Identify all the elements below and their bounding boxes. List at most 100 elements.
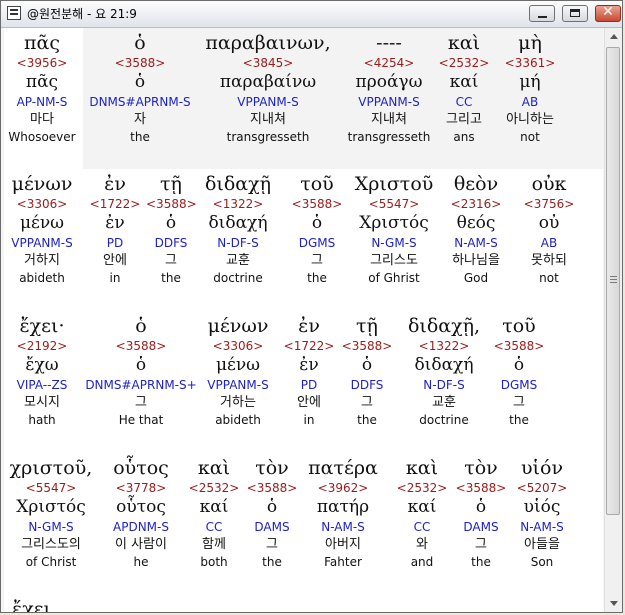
word-parse: DGMS (500, 378, 538, 392)
word-parse: DAMS (254, 520, 290, 534)
interlinear-word[interactable]: ὁ <3588> ὁ DNMS#APRNM-S 자 the (85, 31, 195, 145)
word-lemma: υἱός (523, 497, 561, 517)
word-strong: <2316> (450, 197, 502, 211)
interlinear-word[interactable]: μὴ <3361> μή AB 아니하는 not (490, 31, 570, 145)
word-strong: <3845> (242, 56, 294, 70)
word-strong: <3306> (212, 339, 264, 353)
maximize-icon (570, 9, 580, 17)
title-bar[interactable]: @원전분해 - 요 21:9 ✕ (1, 1, 622, 28)
interlinear-word[interactable]: ἐν <1722> ἐν PD 안에 in (85, 172, 145, 286)
word-korean: 교훈 (226, 253, 250, 268)
interlinear-word[interactable]: τῇ <3588> ὁ DDFS 그 the (146, 172, 197, 286)
word-lemma: ὁ (165, 213, 177, 233)
word-korean: 아들을 (524, 537, 560, 552)
word-english: in (303, 413, 315, 427)
maximize-button[interactable] (562, 5, 588, 22)
word-korean: 그 (311, 253, 323, 268)
word-english: of Ghrist (368, 271, 420, 285)
app-window: @원전분해 - 요 21:9 ✕ πᾶς <3956> πᾶς AP-NM-S 마다 Wh… (0, 0, 623, 613)
word-korean: 그리스도 (370, 253, 418, 268)
word-lemma: ἔχω (25, 355, 59, 375)
grip-line (610, 282, 617, 283)
word-parse: VPPANM-S (358, 95, 420, 109)
word-lemma: πατήρ (316, 497, 370, 517)
interlinear-word[interactable]: ἔχει· <2192> ἔχω VIPA--ZS 모시지 hath (4, 314, 81, 428)
grip-line (610, 276, 617, 277)
scroll-up-button[interactable] (605, 28, 622, 45)
word-greek: πᾶς (24, 32, 60, 54)
word-english: the (262, 555, 282, 569)
close-button[interactable]: ✕ (595, 4, 621, 22)
word-english: Fahter (324, 555, 362, 569)
word-strong: <3306> (16, 197, 68, 211)
word-strong: <3956> (16, 56, 68, 70)
word-strong: <3588> (455, 481, 507, 495)
word-lemma: καί (407, 497, 437, 517)
interlinear-word[interactable]: υἱόν <5207> υἱός N-AM-S 아들을 Son (507, 456, 577, 570)
word-parse: DAMS (463, 520, 499, 534)
interlinear-word[interactable]: καὶ <2532> καί CC 와 and (392, 456, 452, 570)
word-english: abideth (19, 271, 65, 285)
word-greek: μένων (11, 173, 73, 195)
interlinear-word[interactable]: διδαχῇ <1322> διδαχή N-DF-S 교훈 doctrine (193, 172, 283, 286)
word-greek: θεὸν (453, 173, 499, 195)
interlinear-word[interactable]: πᾶς <3956> πᾶς AP-NM-S 마다 Whosoever (4, 31, 81, 145)
word-korean: 그 (513, 395, 525, 410)
interlinear-word[interactable]: Χριστοῦ <5547> Χριστός N-GM-S 그리스도 of Ghrist (349, 172, 439, 286)
word-lemma: μή (519, 72, 541, 92)
word-strong: <1722> (283, 339, 335, 353)
vertical-scrollbar[interactable] (604, 28, 622, 612)
close-icon: ✕ (602, 4, 614, 20)
word-strong: <5547> (368, 197, 420, 211)
interlinear-word[interactable]: διδαχῇ, <1322> διδαχή N-DF-S 교훈 doctrine (399, 314, 489, 428)
interlinear-word[interactable]: καὶ <2532> καί CC 그리고 ans (434, 31, 494, 145)
word-strong: <3962> (317, 481, 369, 495)
word-english: he (133, 555, 149, 569)
scroll-thumb[interactable] (606, 47, 620, 515)
interlinear-word[interactable]: μένων <3306> μένω VPPANM-S 거하는 abideth (183, 314, 293, 428)
word-greek: ---- (376, 32, 402, 54)
interlinear-word[interactable]: ἐν <1722> ἐν PD 안에 in (279, 314, 339, 428)
interlinear-word[interactable]: ---- <4254> προάγω VPPANM-S 지내쳐 transgresseth (339, 31, 439, 145)
interlinear-word[interactable]: παραβαινων, <3845> παραβαίνω VPPANM-S 지내쳐 tra… (203, 31, 333, 145)
word-parse: DDFS (350, 378, 384, 392)
word-korean: 그 (475, 537, 487, 552)
word-greek: πατέρα (308, 457, 378, 479)
word-english: Son (530, 555, 554, 569)
interlinear-word[interactable]: οὐκ <3756> οὐ AB 못하되 not (514, 172, 584, 286)
word-greek: τὸν (464, 457, 498, 479)
interlinear-word[interactable]: τὸν <3588> ὁ DAMS 그 the (242, 456, 302, 570)
word-strong: <3588> (291, 197, 343, 211)
interlinear-word[interactable]: οὗτος <3778> οὗτος APDNM-S 이 사람이 he (96, 456, 186, 570)
interlinear-word[interactable]: τοῦ <3588> ὁ DGMS 그 the (489, 314, 549, 428)
interlinear-word[interactable]: καὶ <2532> καί CC 함께 both (184, 456, 244, 570)
word-lemma: ὁ (475, 497, 487, 517)
interlinear-word[interactable]: χριστοῦ, <5547> Χριστός N-GM-S 그리스도의 of Chris… (6, 456, 96, 570)
scroll-down-button[interactable] (605, 595, 622, 612)
word-strong: <5207> (516, 481, 568, 495)
interlinear-word[interactable]: τῇ <3588> ὁ DDFS 그 the (337, 314, 397, 428)
word-lemma: μένω (19, 213, 65, 233)
interlinear-word[interactable]: πατέρα <3962> πατήρ N-AM-S 아버지 Fahter (298, 456, 388, 570)
word-greek: τὸν (255, 457, 289, 479)
word-korean: 거하지 (24, 253, 60, 268)
interlinear-word[interactable]: μένων <3306> μένω VPPANM-S 거하지 abideth (4, 172, 81, 286)
word-english: in (109, 271, 121, 285)
interlinear-word[interactable]: τοῦ <3588> ὁ DGMS 그 the (287, 172, 347, 286)
word-greek: χριστοῦ, (9, 457, 93, 479)
word-korean: 그 (361, 395, 373, 410)
word-lemma: διδαχή (208, 213, 268, 233)
interlinear-word[interactable]: τὸν <3588> ὁ DAMS 그 the (451, 456, 511, 570)
word-strong: <2532> (188, 481, 240, 495)
word-lemma: διδαχή (414, 355, 474, 375)
word-korean: 이 사람이 (115, 537, 167, 552)
word-greek: τῇ (160, 173, 182, 195)
interlinear-word[interactable]: θεὸν <2316> θεός N-AM-S 하나님을 God (436, 172, 516, 286)
minimize-button[interactable] (529, 5, 555, 22)
word-parse: DGMS (298, 236, 336, 250)
interlinear-view[interactable]: πᾶς <3956> πᾶς AP-NM-S 마다 Whosoever ὁ <3588> ὁ DN… (4, 28, 603, 612)
word-parse: DDFS (154, 236, 188, 250)
word-parse: AP-NM-S (16, 95, 68, 109)
word-strong: <3588> (246, 481, 298, 495)
word-strong: <3361> (504, 56, 556, 70)
